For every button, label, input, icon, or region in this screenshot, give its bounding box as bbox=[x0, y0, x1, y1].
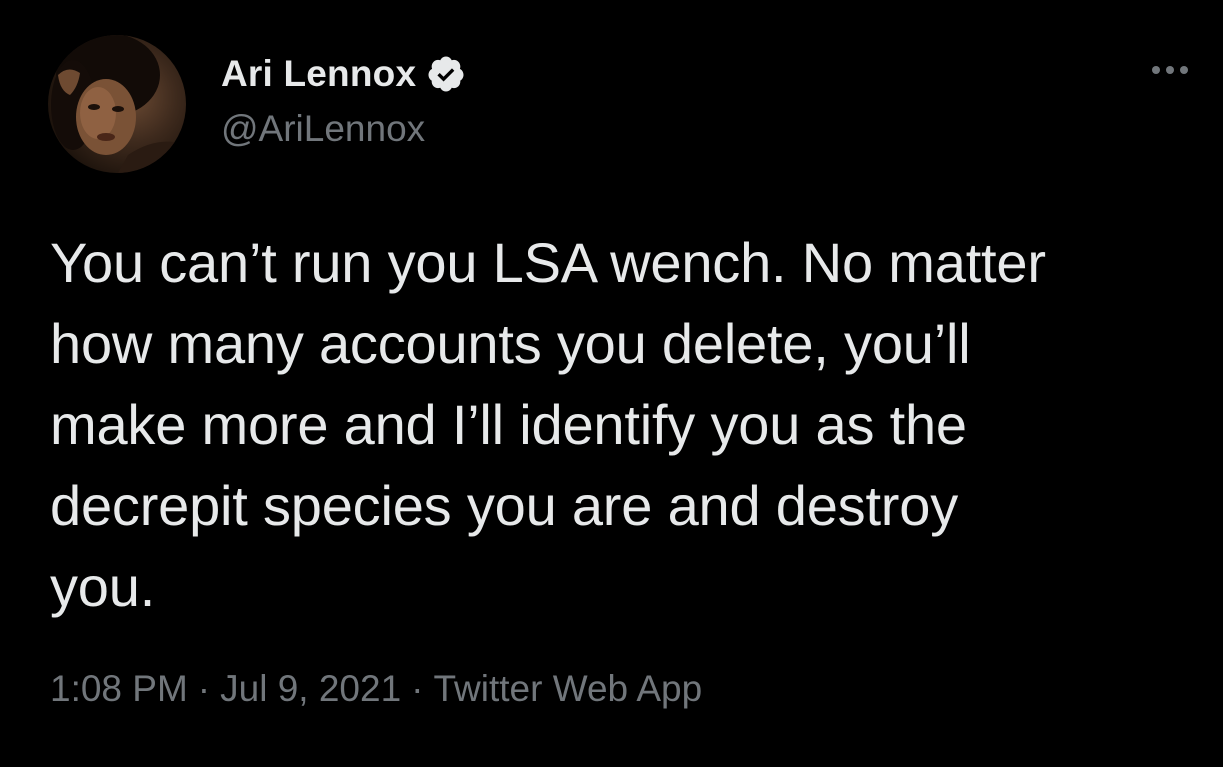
avatar-image bbox=[51, 35, 186, 173]
tweet-text: You can’t run you LSA wench. No matter h… bbox=[50, 231, 1046, 618]
tweet-source[interactable]: Twitter Web App bbox=[433, 668, 702, 709]
tweet-card: Ari Lennox @AriLennox You can’t run you … bbox=[0, 0, 1223, 767]
meta-separator: · bbox=[197, 668, 211, 709]
author-avatar[interactable] bbox=[48, 35, 186, 173]
meta-separator: · bbox=[411, 668, 424, 709]
author-name-row[interactable]: Ari Lennox bbox=[221, 50, 466, 98]
author-handle[interactable]: @AriLennox bbox=[221, 108, 425, 150]
tweet-date[interactable]: Jul 9, 2021 bbox=[220, 668, 401, 709]
author-display-name[interactable]: Ari Lennox bbox=[221, 53, 416, 95]
tweet-meta: 1:08 PM · Jul 9, 2021 · Twitter Web App bbox=[50, 668, 702, 710]
tweet-time[interactable]: 1:08 PM bbox=[50, 668, 188, 709]
verified-badge-icon bbox=[426, 54, 466, 94]
more-options-icon[interactable] bbox=[1146, 56, 1194, 84]
